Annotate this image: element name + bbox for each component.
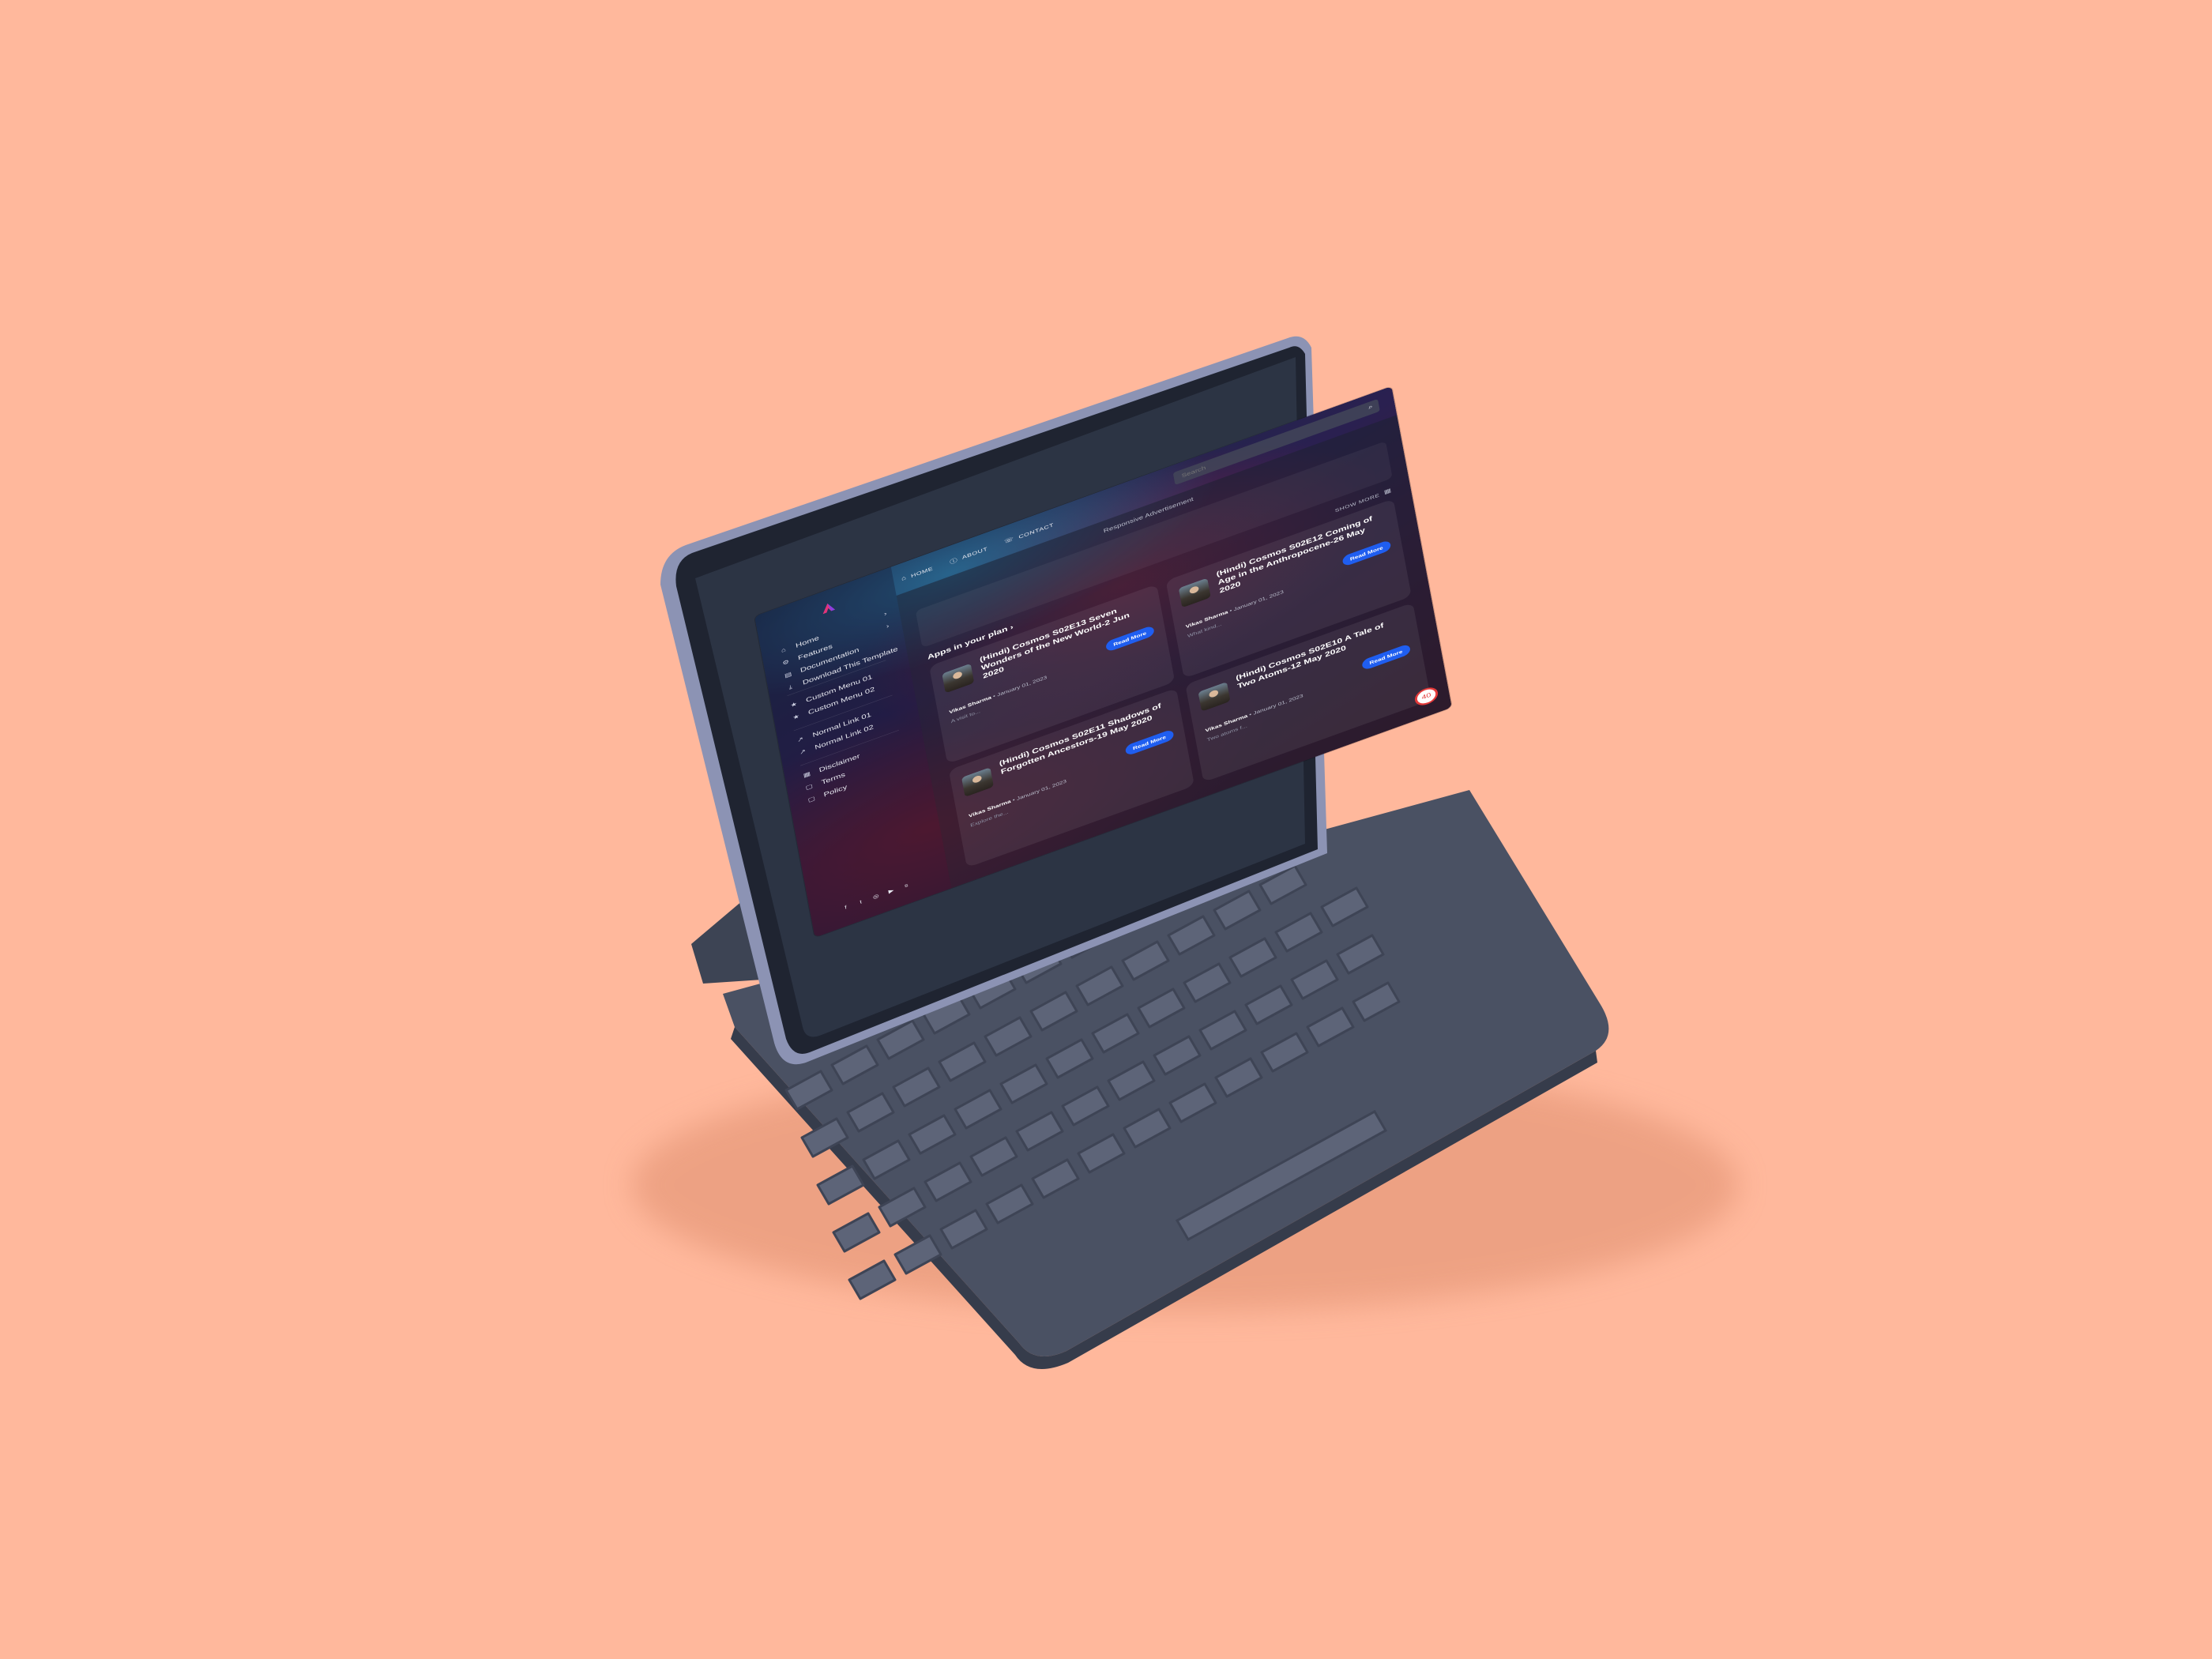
post-date: January 01, 2023 — [1252, 692, 1304, 717]
search-icon[interactable]: ⌕ — [1367, 404, 1373, 411]
download-icon: ⤓ — [788, 683, 793, 691]
external-link-icon: ↗ — [796, 735, 804, 744]
read-more-button[interactable]: Read More — [1124, 728, 1175, 757]
document-icon: ▤ — [784, 671, 792, 679]
home-icon: ⌂ — [901, 574, 907, 582]
chevron-right-icon: › — [886, 623, 890, 630]
instagram-icon[interactable]: ◎ — [871, 893, 880, 901]
post-date: January 01, 2023 — [996, 674, 1048, 698]
grid-icon: ▦ — [1383, 487, 1393, 496]
star-icon: ★ — [792, 713, 800, 722]
topnav-about[interactable]: ⓘ ABOUT — [949, 544, 988, 566]
star-icon: ★ — [789, 701, 798, 709]
facebook-icon[interactable]: f — [841, 903, 850, 912]
read-more-button[interactable]: Read More — [1360, 643, 1412, 672]
post-thumbnail[interactable] — [1178, 577, 1211, 608]
app-logo[interactable] — [818, 599, 837, 616]
post-date: January 01, 2023 — [1016, 778, 1067, 802]
twitter-icon[interactable]: t — [856, 897, 865, 906]
post-thumbnail[interactable] — [961, 767, 995, 797]
topnav-label: ABOUT — [961, 545, 988, 560]
chevron-right-icon: › — [883, 610, 888, 618]
gear-icon: ⚙ — [781, 658, 790, 668]
home-icon: ⌂ — [781, 646, 787, 654]
post-date: January 01, 2023 — [1233, 589, 1285, 612]
topnav-label: CONTACT — [1018, 521, 1055, 540]
shield-icon: ▦ — [803, 770, 811, 780]
topnav-label: HOME — [910, 565, 934, 579]
topnav-home[interactable]: ⌂ HOME — [901, 564, 934, 583]
external-link-icon: ↗ — [799, 748, 807, 757]
file-icon: ▢ — [807, 795, 816, 804]
skype-icon[interactable]: s — [902, 882, 911, 890]
mockup-stage: ⌂ Home › ⚙ Features › ▤ Documentation ⤓ Download … — [0, 0, 2212, 1659]
file-icon: ▢ — [805, 783, 814, 792]
info-icon: ⓘ — [949, 557, 959, 566]
phone-icon: ☏ — [1003, 536, 1015, 545]
post-thumbnail[interactable] — [942, 663, 975, 694]
youtube-icon[interactable]: ▶ — [887, 887, 896, 896]
post-thumbnail[interactable] — [1198, 681, 1231, 712]
